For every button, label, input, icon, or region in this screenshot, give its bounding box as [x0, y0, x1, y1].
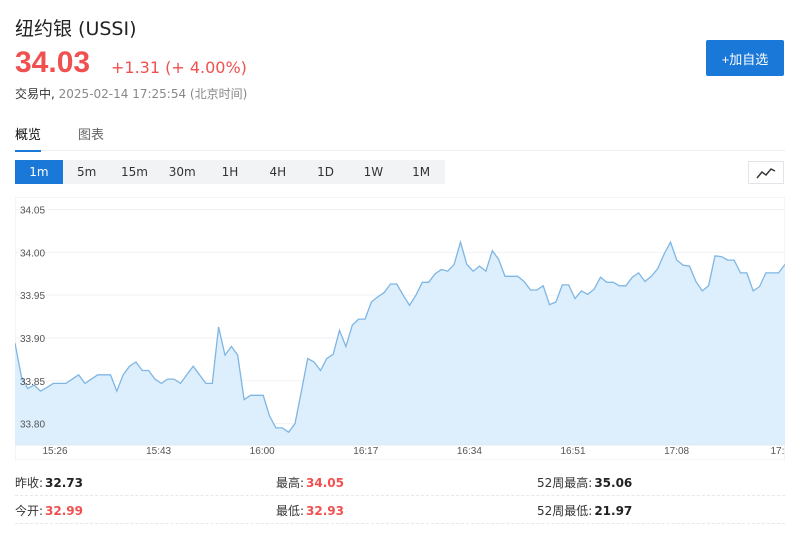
stat-low: 最低: 32.93 [276, 502, 344, 519]
tab-overview[interactable]: 概览 [15, 124, 42, 152]
trading-status: 交易中, 2025-02-14 17:25:54 (北京时间) [15, 85, 247, 102]
stat-value: 34.05 [306, 476, 345, 490]
interval-selector: 1m 5m 15m 30m 1H 4H 1D 1W 1M [15, 160, 445, 184]
y-tick-label: 34.05 [20, 206, 45, 217]
stats-table: 昨收: 32.73 最高: 34.05 52周最高: 35.06 今开: 32.99 最… [15, 468, 785, 524]
page-title: 纽约银 (USSI) [15, 18, 137, 40]
stat-value: 32.93 [306, 504, 345, 518]
status-label: 交易中, [15, 87, 55, 101]
stat-label: 今开: [15, 504, 44, 518]
stat-52w-low: 52周最低: 21.97 [537, 502, 632, 519]
tab-bar: 概览 图表 [15, 124, 785, 152]
interval-4h-button[interactable]: 4H [254, 160, 302, 184]
status-timestamp: 2025-02-14 17:25:54 (北京时间) [58, 87, 248, 101]
stat-label: 昨收: [15, 476, 44, 490]
y-tick-label: 34.00 [20, 248, 45, 259]
stat-value: 32.99 [45, 504, 84, 518]
y-tick-label: 33.95 [20, 291, 45, 302]
x-tick-label: 16:34 [457, 446, 482, 457]
stat-label: 最低: [276, 504, 305, 518]
tab-chart[interactable]: 图表 [78, 124, 104, 151]
interval-1d-button[interactable]: 1D [302, 160, 350, 184]
x-tick-label: 16:00 [250, 446, 275, 457]
price-change: +1.31 (+ 4.00%) [111, 58, 247, 77]
stat-high: 最高: 34.05 [276, 474, 344, 491]
add-to-watchlist-button[interactable]: +加自选 [706, 40, 784, 76]
chart-type-button[interactable] [748, 161, 784, 184]
stat-prev-close: 昨收: 32.73 [15, 474, 83, 491]
interval-15m-button[interactable]: 15m [111, 160, 159, 184]
stats-row: 今开: 32.99 最低: 32.93 52周最低: 21.97 [15, 496, 785, 524]
y-tick-label: 33.85 [20, 377, 45, 388]
stat-open: 今开: 32.99 [15, 502, 83, 519]
current-price: 34.03 [15, 46, 91, 79]
x-tick-label: 17:2 [770, 446, 785, 457]
interval-1m-button[interactable]: 1m [15, 160, 63, 184]
x-tick-label: 15:26 [42, 446, 67, 457]
stat-label: 最高: [276, 476, 305, 490]
stat-value: 21.97 [594, 504, 633, 518]
interval-1mo-button[interactable]: 1M [397, 160, 445, 184]
interval-1w-button[interactable]: 1W [349, 160, 397, 184]
interval-5m-button[interactable]: 5m [63, 160, 111, 184]
x-tick-label: 16:17 [353, 446, 378, 457]
y-tick-label: 33.90 [20, 334, 45, 345]
stat-label: 52周最低: [537, 504, 593, 518]
stat-value: 32.73 [45, 476, 84, 490]
stat-value: 35.06 [594, 476, 633, 490]
interval-30m-button[interactable]: 30m [158, 160, 206, 184]
interval-1h-button[interactable]: 1H [206, 160, 254, 184]
stats-row: 昨收: 32.73 最高: 34.05 52周最高: 35.06 [15, 468, 785, 496]
stat-label: 52周最高: [537, 476, 593, 490]
x-tick-label: 17:08 [664, 446, 689, 457]
y-tick-label: 33.80 [20, 420, 45, 431]
price-chart: 34.05 34.00 33.95 33.90 33.85 33.80 15:26 15:43… [15, 197, 785, 460]
line-chart-icon [756, 167, 776, 178]
stat-52w-high: 52周最高: 35.06 [537, 474, 632, 491]
x-tick-label: 15:43 [146, 446, 171, 457]
x-tick-label: 16:51 [560, 446, 585, 457]
